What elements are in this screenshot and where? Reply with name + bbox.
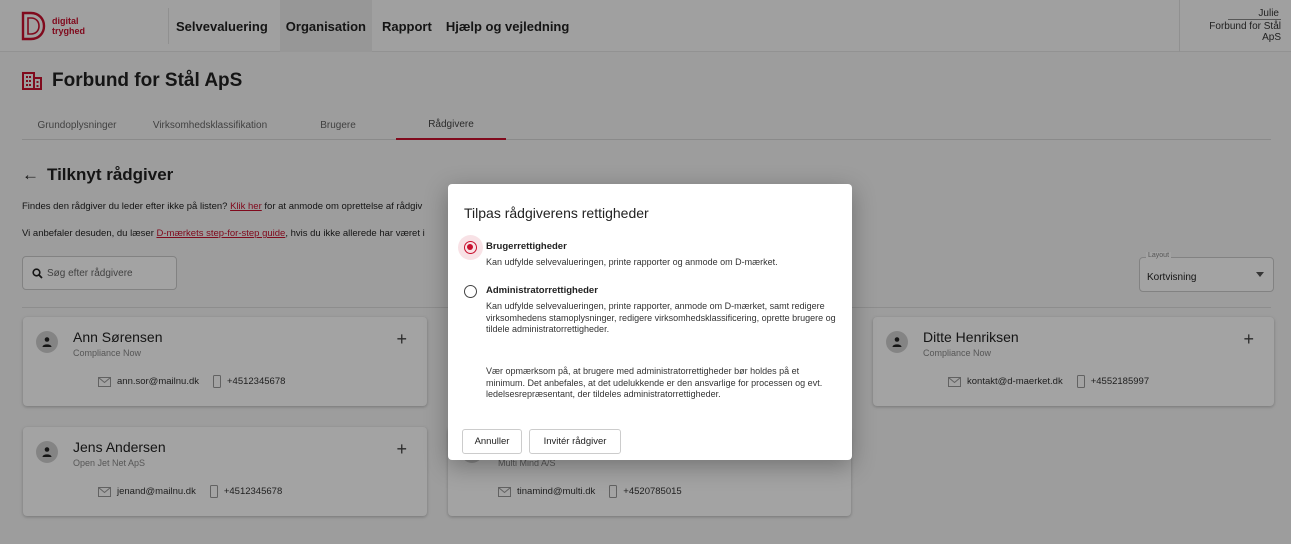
dialog-title: Tilpas rådgiverens rettigheder xyxy=(464,205,649,221)
option-description: Kan udfylde selvevalueringen, printe rap… xyxy=(486,257,778,267)
radio-admin-rights[interactable] xyxy=(464,285,477,298)
radio-user-rights[interactable] xyxy=(464,241,477,254)
option-title: Administratorrettigheder xyxy=(486,285,598,296)
admin-note: Vær opmærksom på, at brugere med adminis… xyxy=(486,366,823,399)
invite-advisor-button[interactable]: Invitér rådgiver xyxy=(529,429,621,454)
permissions-dialog: Tilpas rådgiverens rettigheder Brugerret… xyxy=(448,184,852,460)
option-description: Kan udfylde selvevalueringen, printe rap… xyxy=(486,301,836,334)
option-title: Brugerrettigheder xyxy=(486,241,567,252)
cancel-button[interactable]: Annuller xyxy=(462,429,522,454)
